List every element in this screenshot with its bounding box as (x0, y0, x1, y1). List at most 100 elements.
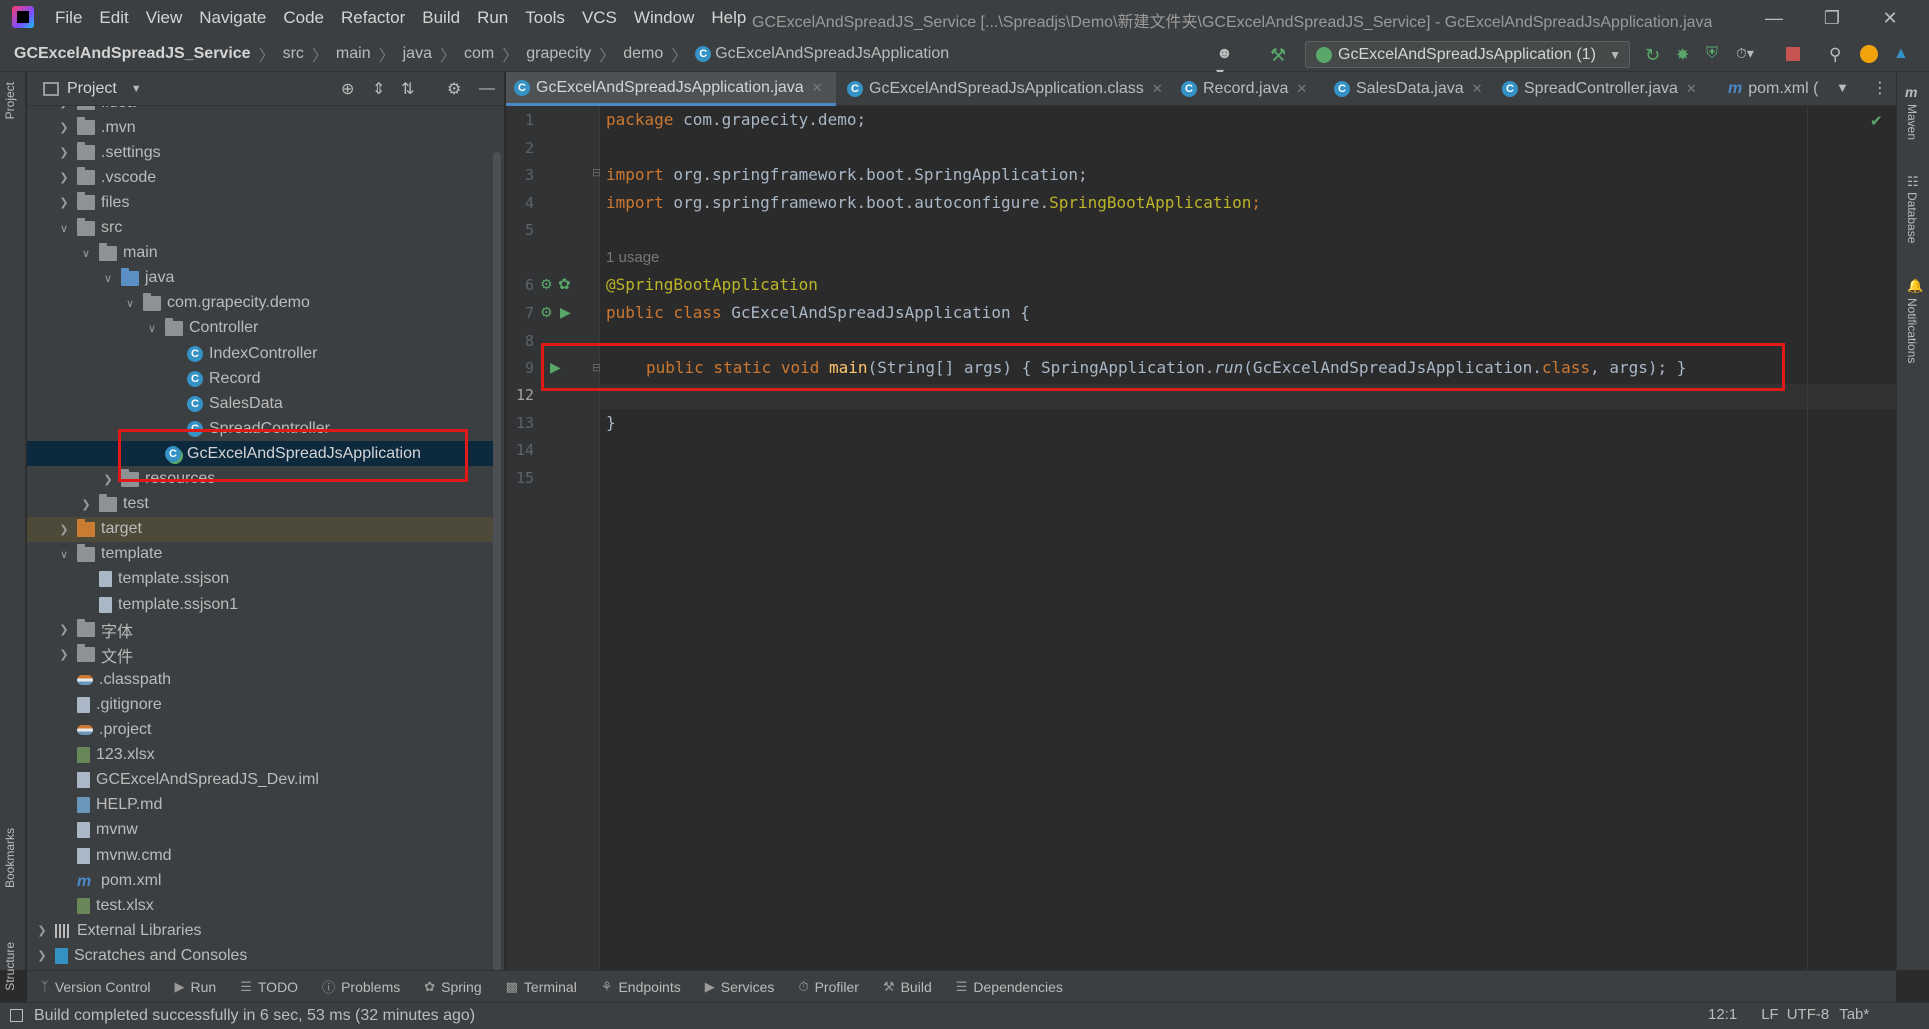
chevron-right-icon[interactable]: ❯ (35, 949, 49, 963)
search-icon[interactable]: ⚲ (1829, 45, 1847, 64)
tree-item-external-libraries[interactable]: ❯ External Libraries (27, 918, 495, 943)
close-tab-icon[interactable]: ✕ (1472, 81, 1483, 97)
plugin-icon[interactable]: ▲ (1893, 45, 1911, 63)
tree-item-gitignore[interactable]: .gitignore (27, 692, 495, 717)
tool-version-control[interactable]: ᛉ Version Control (41, 979, 151, 995)
tool-spring[interactable]: ✿ Spring (424, 979, 481, 995)
toggle-tool-windows-icon[interactable] (10, 1009, 23, 1022)
maven-tool-tab[interactable]: Maven (1905, 104, 1919, 140)
tool-terminal[interactable]: ▩ Terminal (506, 979, 577, 995)
scrollbar[interactable] (493, 152, 501, 972)
tree-item-indexcontroller[interactable]: C IndexController (27, 341, 495, 366)
tree-item-template[interactable]: ∨ template (27, 542, 495, 567)
indent-setting[interactable]: Tab* (1839, 1006, 1869, 1023)
tool-todo[interactable]: ☰ TODO (240, 979, 298, 995)
tree-item-main[interactable]: ∨ main (27, 241, 495, 266)
spring-bean-icon[interactable]: ⚙ (540, 276, 553, 293)
update-icon[interactable] (1860, 45, 1878, 63)
caret-position[interactable]: 12:1 (1708, 1006, 1737, 1023)
spring-leaf-icon[interactable]: ✿ (558, 275, 571, 293)
tree-item-test[interactable]: ❯ test (27, 492, 495, 517)
chevron-right-icon[interactable]: ❯ (57, 106, 71, 110)
tool-build[interactable]: ⚒ Build (883, 979, 932, 995)
breadcrumb-java[interactable]: java (403, 45, 432, 63)
close-tab-icon[interactable]: ✕ (1296, 81, 1307, 97)
profile-icon[interactable]: ⏱▾ (1736, 45, 1754, 63)
database-tool-tab[interactable]: Database (1905, 192, 1919, 243)
structure-tool-tab[interactable]: Structure (3, 942, 17, 991)
user-icon[interactable]: ☻▾ (1216, 45, 1234, 82)
tree-item-idea[interactable]: ❯ .idea (27, 106, 495, 115)
breadcrumb-project[interactable]: GCExcelAndSpreadJS_Service (14, 45, 251, 63)
tree-item-template-ssjson[interactable]: template.ssjson (27, 567, 495, 592)
tree-item-123-xlsx[interactable]: 123.xlsx (27, 743, 495, 768)
tree-item-files[interactable]: ❯ files (27, 190, 495, 215)
chevron-down-icon[interactable]: ∨ (57, 221, 71, 235)
run-configuration-select[interactable]: GcExcelAndSpreadJsApplication (1) ▼ (1305, 41, 1630, 68)
close-tab-icon[interactable]: ✕ (812, 80, 823, 96)
chevron-down-icon[interactable]: ∨ (123, 296, 137, 310)
tree-item-pom-xml[interactable]: m pom.xml (27, 868, 495, 893)
chevron-right-icon[interactable]: ❯ (101, 472, 115, 486)
rerun-icon[interactable]: ↻ (1645, 45, 1663, 65)
tab-salesdata-java[interactable]: C SalesData.java ✕ (1326, 72, 1491, 106)
tree-item-com-grapecity-demo[interactable]: ∨ com.grapecity.demo (27, 291, 495, 316)
breadcrumb-grapecity[interactable]: grapecity (526, 45, 591, 63)
menu-navigate[interactable]: Navigate (199, 8, 266, 28)
tree-item-vscode[interactable]: ❯ .vscode (27, 165, 495, 190)
tree-item-test-xlsx[interactable]: test.xlsx (27, 893, 495, 918)
tree-item-scratches-and-consoles[interactable]: ❯ Scratches and Consoles (27, 943, 495, 968)
tree-item-settings[interactable]: ❯ .settings (27, 140, 495, 165)
restore-icon[interactable]: ❐ (1820, 6, 1844, 30)
chevron-down-icon[interactable]: ∨ (101, 271, 115, 285)
expand-all-icon[interactable]: ⇕ (372, 79, 385, 99)
tree-item-template-ssjson1[interactable]: template.ssjson1 (27, 592, 495, 617)
debug-icon[interactable]: ✸ (1676, 45, 1694, 64)
tree-item-controller[interactable]: ∨ Controller (27, 316, 495, 341)
breadcrumb-src[interactable]: src (283, 45, 304, 63)
collapse-all-icon[interactable]: ⇅ (401, 79, 414, 99)
close-icon[interactable]: ✕ (1878, 6, 1902, 30)
chevron-down-icon[interactable]: ∨ (57, 547, 71, 561)
tree-item-mvnw-cmd[interactable]: mvnw.cmd (27, 843, 495, 868)
more-icon[interactable]: ⋮ (1872, 78, 1888, 98)
tab-record-java[interactable]: C Record.java ✕ (1173, 72, 1323, 106)
stop-icon[interactable] (1786, 47, 1800, 61)
menu-window[interactable]: Window (634, 8, 694, 28)
tab-gcexcel-class[interactable]: C GcExcelAndSpreadJsApplication.class ✕ (839, 72, 1171, 106)
status-message[interactable]: Build completed successfully in 6 sec, 5… (34, 1007, 475, 1025)
line-separator[interactable]: LF (1761, 1006, 1779, 1023)
chevron-right-icon[interactable]: ❯ (57, 648, 71, 662)
gear-icon[interactable]: ⚙ (447, 79, 461, 99)
chevron-right-icon[interactable]: ❯ (57, 623, 71, 637)
spring-bean-icon[interactable]: ⚙ (540, 304, 553, 321)
menu-help[interactable]: Help (711, 8, 746, 28)
coverage-icon[interactable]: ⛨ (1706, 45, 1724, 63)
hammer-icon[interactable]: ⚒ (1270, 45, 1288, 65)
menu-edit[interactable]: Edit (99, 8, 128, 28)
menu-vcs[interactable]: VCS (582, 8, 617, 28)
breadcrumb-com[interactable]: com (464, 45, 494, 63)
tree-item-java[interactable]: ∨ java (27, 266, 495, 291)
tree-item-src[interactable]: ∨ src (27, 216, 495, 241)
menu-run[interactable]: Run (477, 8, 508, 28)
tool-run[interactable]: ▶ Run (175, 979, 217, 995)
chevron-right-icon[interactable]: ❯ (57, 146, 71, 160)
chevron-down-icon[interactable]: ∨ (79, 246, 93, 260)
tab-list-icon[interactable]: ▼ (1836, 80, 1849, 95)
no-problems-check-icon[interactable]: ✔ (1870, 112, 1883, 130)
project-tool-tab[interactable]: Project (3, 82, 17, 119)
tree-item-project[interactable]: .project (27, 718, 495, 743)
chevron-right-icon[interactable]: ❯ (35, 924, 49, 938)
close-tab-icon[interactable]: ✕ (1686, 81, 1697, 97)
chevron-down-icon[interactable]: ▼ (131, 83, 142, 95)
file-encoding[interactable]: UTF-8 (1787, 1006, 1830, 1023)
notifications-tool-tab[interactable]: Notifications (1905, 298, 1919, 363)
project-panel-title[interactable]: Project (67, 80, 117, 98)
tool-endpoints[interactable]: ⚘ Endpoints (601, 979, 681, 995)
menu-code[interactable]: Code (283, 8, 324, 28)
tool-profiler[interactable]: ⏱ Profiler (798, 979, 859, 995)
chevron-right-icon[interactable]: ❯ (79, 497, 93, 511)
tab-spreadcontroller-java[interactable]: C SpreadController.java ✕ (1494, 72, 1719, 106)
tree-item-classpath[interactable]: .classpath (27, 667, 495, 692)
